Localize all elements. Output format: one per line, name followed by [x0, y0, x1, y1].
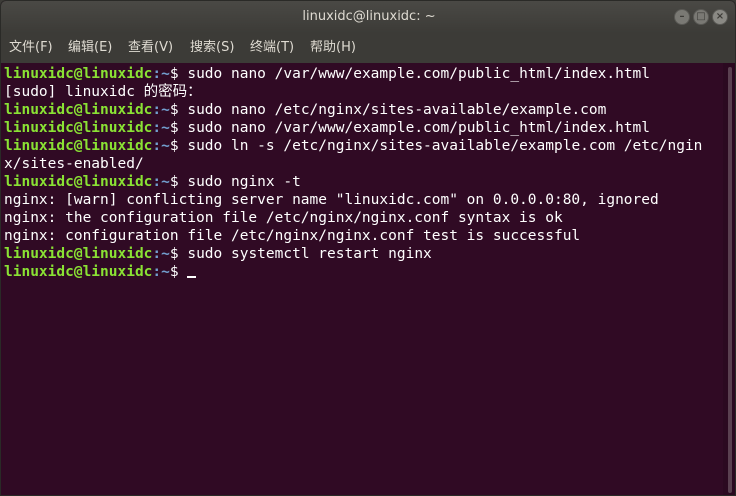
prompt-path: :~ — [152, 246, 170, 262]
command-text: sudo nano /etc/nginx/sites-available/exa… — [187, 102, 607, 118]
command-text: sudo ln -s /etc/nginx/sites-available/ex… — [187, 138, 703, 154]
output-line: [sudo] linuxidc 的密码： — [4, 84, 202, 100]
menu-search[interactable]: 搜索(S) — [190, 33, 234, 63]
prompt-path: :~ — [152, 138, 170, 154]
menu-bar: 文件(F) 编辑(E) 查看(V) 搜索(S) 终端(T) 帮助(H) — [1, 33, 735, 64]
prompt-user: linuxidc@linuxidc — [4, 174, 153, 190]
prompt-symbol: $ — [169, 66, 188, 82]
menu-edit[interactable]: 编辑(E) — [68, 33, 112, 63]
output-line: nginx: [warn] conflicting server name "l… — [4, 192, 659, 208]
window-title: linuxidc@linuxidc: ~ — [302, 9, 436, 24]
output-line: x/sites-enabled/ — [4, 156, 144, 172]
prompt-symbol: $ — [169, 138, 188, 154]
prompt-user: linuxidc@linuxidc — [4, 120, 153, 136]
prompt-user: linuxidc@linuxidc — [4, 138, 153, 154]
prompt-user: linuxidc@linuxidc — [4, 246, 153, 262]
prompt-user: linuxidc@linuxidc — [4, 264, 153, 280]
command-line: linuxidc@linuxidc:~$ sudo systemctl rest… — [4, 245, 432, 263]
prompt-path: :~ — [152, 174, 170, 190]
prompt-path: :~ — [152, 66, 170, 82]
prompt-path: :~ — [152, 102, 170, 118]
menu-file[interactable]: 文件(F) — [9, 33, 53, 63]
scrollbar-thumb[interactable] — [728, 67, 732, 493]
menu-terminal[interactable]: 终端(T) — [250, 33, 294, 63]
command-line: linuxidc@linuxidc:~$ sudo nano /etc/ngin… — [4, 101, 606, 119]
command-line: linuxidc@linuxidc:~$ sudo nginx -t — [4, 173, 301, 191]
prompt-symbol: $ — [169, 174, 188, 190]
prompt-path: :~ — [152, 120, 170, 136]
command-line: linuxidc@linuxidc:~$ sudo ln -s /etc/ngi… — [4, 137, 702, 155]
command-line: linuxidc@linuxidc:~$ sudo nano /var/www/… — [4, 119, 650, 137]
command-line: linuxidc@linuxidc:~$ sudo nano /var/www/… — [4, 65, 650, 83]
command-text: sudo nano /var/www/example.com/public_ht… — [187, 120, 651, 136]
menu-view[interactable]: 查看(V) — [128, 33, 173, 63]
terminal-output[interactable]: linuxidc@linuxidc:~$ sudo nano /var/www/… — [1, 63, 723, 495]
prompt-symbol: $ — [169, 102, 188, 118]
close-button[interactable]: × — [712, 9, 728, 25]
minimize-button[interactable]: – — [674, 9, 690, 25]
scrollbar[interactable] — [723, 63, 735, 495]
output-line: nginx: configuration file /etc/nginx/ngi… — [4, 228, 581, 244]
prompt-user: linuxidc@linuxidc — [4, 102, 153, 118]
title-bar[interactable]: linuxidc@linuxidc: ~ – □ × — [1, 1, 735, 33]
output-line: nginx: the configuration file /etc/nginx… — [4, 210, 563, 226]
command-text: sudo nginx -t — [187, 174, 301, 190]
command-text: sudo nano /var/www/example.com/public_ht… — [187, 66, 651, 82]
command-text: sudo systemctl restart nginx — [187, 246, 432, 262]
prompt-user: linuxidc@linuxidc — [4, 66, 153, 82]
terminal-window: linuxidc@linuxidc: ~ – □ × 文件(F) 编辑(E) 查… — [0, 0, 736, 496]
prompt-symbol: $ — [169, 264, 188, 280]
prompt-symbol: $ — [169, 120, 188, 136]
menu-help[interactable]: 帮助(H) — [310, 33, 356, 63]
prompt-symbol: $ — [169, 246, 188, 262]
prompt-path: :~ — [152, 264, 170, 280]
cursor — [187, 276, 197, 278]
command-line: linuxidc@linuxidc:~$ — [4, 263, 197, 281]
maximize-button[interactable]: □ — [693, 9, 709, 25]
